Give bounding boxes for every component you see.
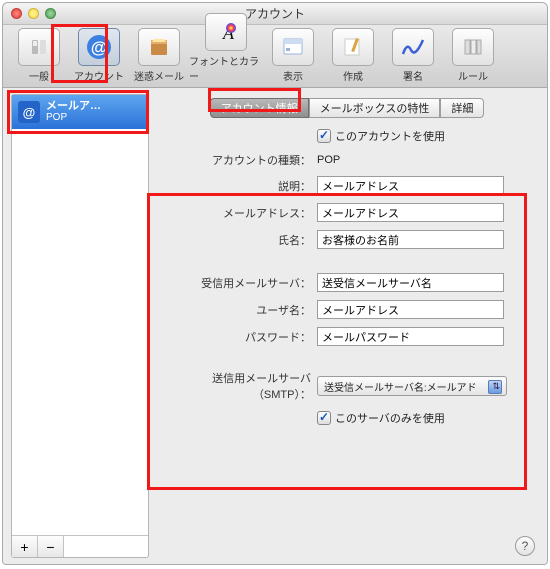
signature-icon <box>392 28 434 66</box>
tb-signature[interactable]: 署名 <box>383 28 443 83</box>
tb-label: 一般 <box>29 68 49 83</box>
add-remove-bar: + − <box>12 535 148 557</box>
type-label: アカウントの種類： <box>159 152 317 168</box>
tb-label: 迷惑メール <box>134 68 184 83</box>
tab-account-info[interactable]: アカウント情報 <box>210 98 309 118</box>
account-sidebar: @ メールア… POP + − <box>11 94 149 558</box>
user-input[interactable] <box>317 300 504 319</box>
main-panel: アカウント情報 メールボックスの特性 詳細 このアカウントを使用 アカウントの種… <box>149 88 547 564</box>
body: @ メールア… POP + − アカウント情報 メールボックスの特性 詳細 <box>3 88 547 564</box>
tabs: アカウント情報 メールボックスの特性 詳細 <box>159 98 535 118</box>
incoming-label: 受信用メールサーバ： <box>159 275 317 291</box>
titlebar[interactable]: アカウント <box>3 3 547 25</box>
account-row-text: メールア… POP <box>46 100 101 124</box>
only-this-checkbox[interactable] <box>317 411 331 425</box>
user-label: ユーザ名： <box>159 302 317 318</box>
tb-compose[interactable]: 作成 <box>323 28 383 83</box>
description-input[interactable] <box>317 176 504 195</box>
name-label: 氏名： <box>159 232 317 248</box>
tb-label: アカウント <box>74 68 124 83</box>
password-label: パスワード： <box>159 329 317 345</box>
minimize-icon[interactable] <box>28 8 39 19</box>
junk-icon <box>138 28 180 66</box>
svg-text:@: @ <box>23 105 36 119</box>
remove-account-button[interactable]: − <box>38 536 64 557</box>
tb-label: 作成 <box>343 68 363 83</box>
tab-mailbox-behaviors[interactable]: メールボックスの特性 <box>309 98 441 118</box>
password-input[interactable] <box>317 327 504 346</box>
tb-label: フォントとカラー <box>189 53 263 83</box>
tb-label: 表示 <box>283 68 303 83</box>
description-label: 説明： <box>159 178 317 194</box>
tab-advanced[interactable]: 詳細 <box>440 98 484 118</box>
preferences-window: アカウント 一般 @ アカウント 迷惑メール A フォントとカラー <box>2 2 548 565</box>
email-input[interactable] <box>317 203 504 222</box>
close-icon[interactable] <box>11 8 22 19</box>
tb-rules[interactable]: ルール <box>443 28 503 83</box>
switch-icon <box>18 28 60 66</box>
incoming-input[interactable] <box>317 273 504 292</box>
svg-text:@: @ <box>91 38 108 57</box>
use-account-checkbox[interactable] <box>317 129 331 143</box>
at-icon: @ <box>18 101 40 123</box>
view-icon <box>272 28 314 66</box>
traffic-lights <box>11 8 56 19</box>
account-form: このアカウントを使用 アカウントの種類： POP 説明： メールアドレス： 氏名… <box>159 128 535 426</box>
tb-general[interactable]: 一般 <box>9 28 69 83</box>
tb-fonts[interactable]: A フォントとカラー <box>189 13 263 83</box>
help-button[interactable]: ? <box>515 536 535 556</box>
use-account-label: このアカウントを使用 <box>335 128 445 144</box>
add-account-button[interactable]: + <box>12 536 38 557</box>
tb-label: ルール <box>458 68 488 83</box>
at-icon: @ <box>78 28 120 66</box>
tb-junk[interactable]: 迷惑メール <box>129 28 189 83</box>
account-row[interactable]: @ メールア… POP <box>12 95 148 129</box>
compose-icon <box>332 28 374 66</box>
tb-label: 署名 <box>403 68 423 83</box>
rules-icon <box>452 28 494 66</box>
name-input[interactable] <box>317 230 504 249</box>
tb-view[interactable]: 表示 <box>263 28 323 83</box>
toolbar: 一般 @ アカウント 迷惑メール A フォントとカラー 表示 <box>3 25 547 88</box>
email-label: メールアドレス： <box>159 205 317 221</box>
only-this-label: このサーバのみを使用 <box>335 410 445 426</box>
type-value: POP <box>317 154 340 166</box>
zoom-icon[interactable] <box>45 8 56 19</box>
smtp-popup[interactable]: 送受信メールサーバ名:メールアド <box>317 376 507 396</box>
smtp-label: 送信用メールサーバ（SMTP）： <box>159 370 317 402</box>
font-icon: A <box>205 13 247 51</box>
tb-accounts[interactable]: @ アカウント <box>69 28 129 83</box>
